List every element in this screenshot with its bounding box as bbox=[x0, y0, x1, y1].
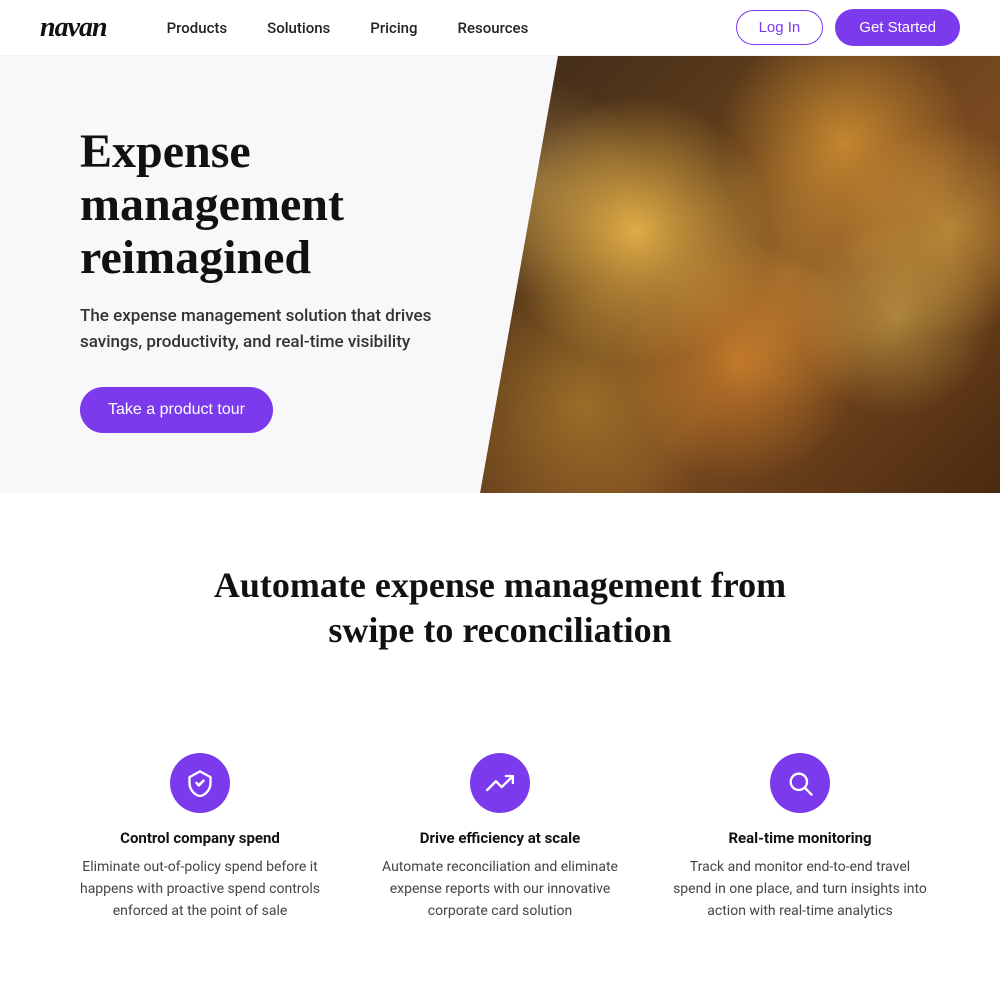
nav-products[interactable]: Products bbox=[167, 19, 228, 37]
login-button[interactable]: Log In bbox=[736, 10, 824, 45]
feature-monitoring: Real-time monitoring Track and monitor e… bbox=[670, 753, 930, 922]
monitoring-title: Real-time monitoring bbox=[728, 829, 871, 847]
nav-actions: Log In Get Started bbox=[736, 9, 960, 46]
automate-section: Automate expense management from swipe t… bbox=[0, 493, 1000, 753]
monitoring-icon-circle bbox=[770, 753, 830, 813]
nav-links: Products Solutions Pricing Resources bbox=[167, 19, 736, 37]
hero-content: Expense management reimagined The expens… bbox=[0, 56, 520, 493]
navigation: navan Products Solutions Pricing Resourc… bbox=[0, 0, 1000, 56]
nav-solutions[interactable]: Solutions bbox=[267, 19, 330, 37]
hero-title: Expense management reimagined bbox=[80, 126, 460, 284]
hero-subtitle: The expense management solution that dri… bbox=[80, 304, 440, 355]
feature-control: Control company spend Eliminate out-of-p… bbox=[70, 753, 330, 922]
automate-title: Automate expense management from swipe t… bbox=[200, 563, 800, 653]
hero-image bbox=[480, 56, 1000, 493]
efficiency-icon-circle bbox=[470, 753, 530, 813]
hero-bokeh-background bbox=[480, 56, 1000, 493]
control-description: Eliminate out-of-policy spend before it … bbox=[70, 857, 330, 922]
feature-efficiency: Drive efficiency at scale Automate recon… bbox=[370, 753, 630, 922]
efficiency-description: Automate reconciliation and eliminate ex… bbox=[370, 857, 630, 922]
control-title: Control company spend bbox=[120, 829, 280, 847]
hero-section: Expense management reimagined The expens… bbox=[0, 56, 1000, 493]
monitoring-description: Track and monitor end-to-end travel spen… bbox=[670, 857, 930, 922]
efficiency-title: Drive efficiency at scale bbox=[420, 829, 580, 847]
shield-icon bbox=[186, 769, 214, 797]
nav-pricing[interactable]: Pricing bbox=[370, 19, 417, 37]
brand-logo[interactable]: navan bbox=[40, 12, 107, 44]
search-icon bbox=[786, 769, 814, 797]
get-started-button[interactable]: Get Started bbox=[835, 9, 960, 46]
control-icon-circle bbox=[170, 753, 230, 813]
nav-resources[interactable]: Resources bbox=[458, 19, 529, 37]
trending-up-icon bbox=[486, 769, 514, 797]
features-section: Control company spend Eliminate out-of-p… bbox=[0, 753, 1000, 982]
product-tour-button[interactable]: Take a product tour bbox=[80, 387, 273, 433]
